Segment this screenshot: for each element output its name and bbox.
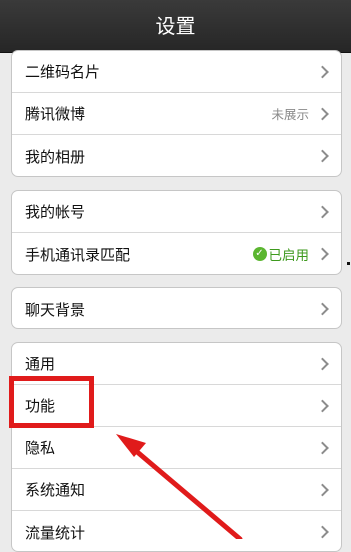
annotation-arrow-icon bbox=[116, 434, 243, 539]
